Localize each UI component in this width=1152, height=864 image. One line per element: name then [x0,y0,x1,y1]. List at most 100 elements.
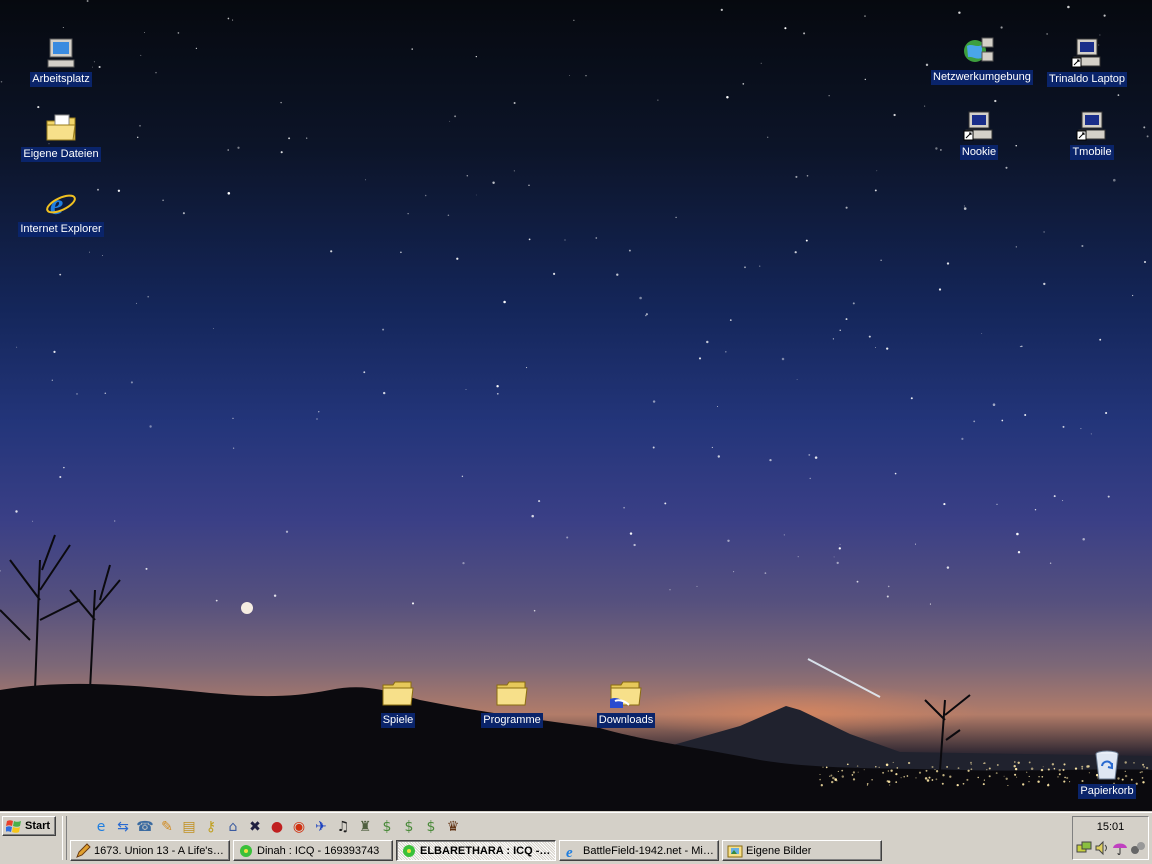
star [1146,135,1149,138]
desktop-icon-tmobile[interactable]: Tmobile [1044,109,1140,160]
city-light [1047,768,1050,771]
connection-icon[interactable] [1130,840,1146,856]
desktop-icon-netzwerkumgebung[interactable]: Netzwerkumgebung [931,34,1033,85]
star [809,477,811,480]
star [828,95,830,97]
network-icon[interactable] [1076,840,1092,856]
city-light [988,767,991,770]
star [856,580,859,583]
star [833,556,835,558]
star [886,347,889,350]
city-light [822,766,824,768]
city-light [926,779,930,782]
desktop-icon-papierkorb[interactable]: Papierkorb [1059,748,1152,799]
plane-icon[interactable]: ✈ [312,818,330,836]
red-helmet-icon[interactable]: ● [268,818,286,836]
task-button-icq-dinah[interactable]: Dinah : ICQ - 169393743 [233,840,393,861]
city-light [969,761,973,764]
star [149,425,152,428]
umbrella-icon[interactable] [1112,840,1128,856]
star [887,585,890,588]
desktop-icon-trinaldo-laptop[interactable]: Trinaldo Laptop [1039,36,1135,87]
city-light [982,783,985,786]
city-light [906,775,909,777]
desktop[interactable]: Arbeitsplatz Eigene Dateien e Internet E… [0,0,1152,812]
star [553,272,556,275]
keys-icon[interactable]: ⚷ [202,818,220,836]
star [943,503,946,506]
game-icon[interactable]: ♜ [356,818,374,836]
star [465,389,467,390]
city-light [983,779,985,781]
dialup-icon[interactable]: ⌂ [224,818,242,836]
headphones-icon[interactable]: ♫ [334,818,352,836]
explorer-icon[interactable]: ▤ [180,818,198,836]
desktop-icon-programme[interactable]: Programme [464,677,560,728]
desktop-icon-arbeitsplatz[interactable]: Arbeitsplatz [13,36,109,87]
city-light [996,764,999,766]
star [992,403,996,406]
desktop-icon-eigene-dateien[interactable]: Eigene Dateien [13,111,109,162]
star [595,237,598,239]
star [15,510,18,513]
star [461,475,464,478]
city-light [1042,766,1044,768]
star [623,506,625,509]
app-icon[interactable]: ✖ [246,818,264,836]
city-light [1022,783,1025,786]
city-light [819,773,821,776]
desktop-icon-nookie[interactable]: Nookie [931,109,1027,160]
money-icon[interactable]: $ [400,818,418,836]
star [645,313,648,316]
star [365,179,367,181]
city-light [1051,763,1055,766]
star [1103,14,1106,17]
record-icon[interactable]: ◉ [290,818,308,836]
star [720,8,723,12]
city-light [977,776,979,779]
task-button-eigene-bilder[interactable]: Eigene Bilder [722,840,882,861]
star [88,251,91,253]
desktop-icon-internet-explorer[interactable]: e Internet Explorer [13,186,109,237]
star [797,556,799,558]
star [400,251,402,254]
star [76,393,78,395]
remote-computer-shortcut-icon [1071,38,1101,68]
star [894,472,897,475]
city-light [1007,784,1009,787]
city-light [1003,775,1005,777]
network-icon[interactable]: ⇆ [114,818,132,836]
city-light [941,782,944,785]
star [104,392,107,394]
clock[interactable]: 15:01 [1073,821,1148,833]
task-button-battlefield[interactable]: e BattleField-1942.net - Mic... [559,840,719,861]
star [533,609,536,612]
star [1021,345,1023,348]
emblem-icon[interactable]: ♛ [444,818,462,836]
internet-explorer-icon[interactable]: e [92,818,110,836]
phone-dialer-icon[interactable]: ☎ [136,818,154,836]
start-button[interactable]: Start [2,816,56,836]
star [227,17,230,20]
money-icon[interactable]: $ [422,818,440,836]
volume-icon[interactable] [1094,840,1110,856]
star [946,262,950,265]
show-desktop-icon[interactable]: ▣ [70,818,88,836]
task-label: Dinah : ICQ - 169393743 [257,844,380,857]
star [466,175,469,177]
taskbar-grip[interactable] [62,816,67,860]
city-light [846,763,849,766]
money-icon[interactable]: $ [378,818,396,836]
desktop-icon-spiele[interactable]: Spiele [350,677,446,728]
star [513,102,516,104]
task-button-union13[interactable]: 1673. Union 13 - A Life's ... [70,840,230,861]
task-label: BattleField-1942.net - Mic... [583,844,714,857]
task-button-icq-elbarethara[interactable]: ELBARETHARA : ICQ - 16... [396,840,556,861]
city-light [1037,780,1040,783]
network-neighborhood-icon [964,37,994,62]
desktop-icon-downloads[interactable]: Downloads [578,677,674,728]
star [814,456,818,459]
pencil-icon[interactable]: ✎ [158,818,176,836]
system-tray: 15:01 [1072,816,1149,860]
desktop-icon-label: Spiele [380,713,416,728]
